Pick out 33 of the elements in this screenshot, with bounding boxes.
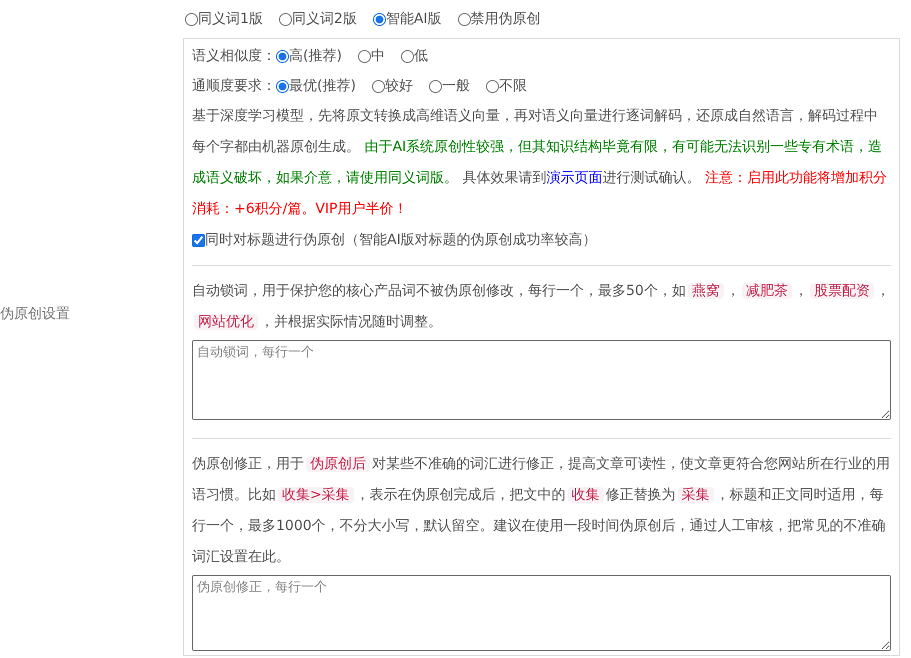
option-label: 最优(推荐) [289,76,356,96]
radio-button[interactable] [458,12,471,26]
option-label: 高(推荐) [289,46,342,66]
version-label: 禁用伪原创 [470,10,541,28]
option-label: 一般 [442,76,470,96]
setting-label: 语义相似度： [192,46,276,66]
version-label: 智能AI版 [386,10,442,28]
ai-description: 基于深度学习模型，先将原文转换成高维语义向量，再对语义向量进行逐词解码，还原成自然语言，解码过程中每个字都由机器原创生成。 由于AI系统原创性较强，但其知识结构毕竟有限，有可能无法识别一些专有术语，造成语义破坏，如果介意，请使用同义词版。 具体效果请到演示页面进行测试确认。 注意：启用此功能将增加积分消耗：+6积分/篇。VIP用户半价！ [192,107,888,219]
setting-label: 通顺度要求： [192,76,276,96]
correction-field[interactable]: 伪原创修正，每行一个 [192,575,891,651]
lock-words-description: 自动锁词，用于保护您的核心产品词不被伪原创修改，每行一个，最多50个，如 燕窝 ， 减肥茶 ， 股票配资 ， 网站优化 ，并根据实际情况随时调整。 [192,282,891,332]
radio-button[interactable] [428,80,442,92]
lock-words-field[interactable]: 自动锁词，每行一个 [192,340,891,420]
version-label: 同义词1版 [198,10,263,28]
radio-button[interactable] [486,80,499,92]
section-label: 伪原创设置 [0,304,70,324]
radio-button[interactable] [185,12,198,26]
option-label: 中 [370,46,385,66]
option-label: 不限 [498,76,527,96]
version-label: 同义词2版 [292,10,357,28]
radio-button[interactable] [276,50,289,62]
correction-description: 伪原创修正，用于 伪原创后 对某些不准确的词汇进行修正，提高文章可读性，使文章更符合您网站所在行业的用语习惯。比如 收集>采集 ，表示在伪原创完成后，把文中的 收集 修正替换为 采集 ，标题和正文同时适用，每行一个，最多1000个，不分大小写，默认留空。建议在使用一段时间伪原创后，通过人工审核，把常见的不准确词汇设置在此。 [192,455,891,567]
radio-button[interactable] [372,80,385,92]
radio-button[interactable] [278,12,292,26]
option-label: 低 [414,46,428,66]
checkbox-label: 同时对标题进行伪原创（智能AI版对标题的伪原创成功率较高） [205,230,597,250]
radio-button[interactable] [276,80,289,92]
checkbox[interactable] [192,234,205,246]
radio-button[interactable] [358,50,371,62]
radio-button[interactable] [372,12,386,26]
radio-button[interactable] [400,50,414,62]
option-label: 较好 [384,76,413,96]
demo-page-link[interactable]: 演示页面 [546,170,602,186]
